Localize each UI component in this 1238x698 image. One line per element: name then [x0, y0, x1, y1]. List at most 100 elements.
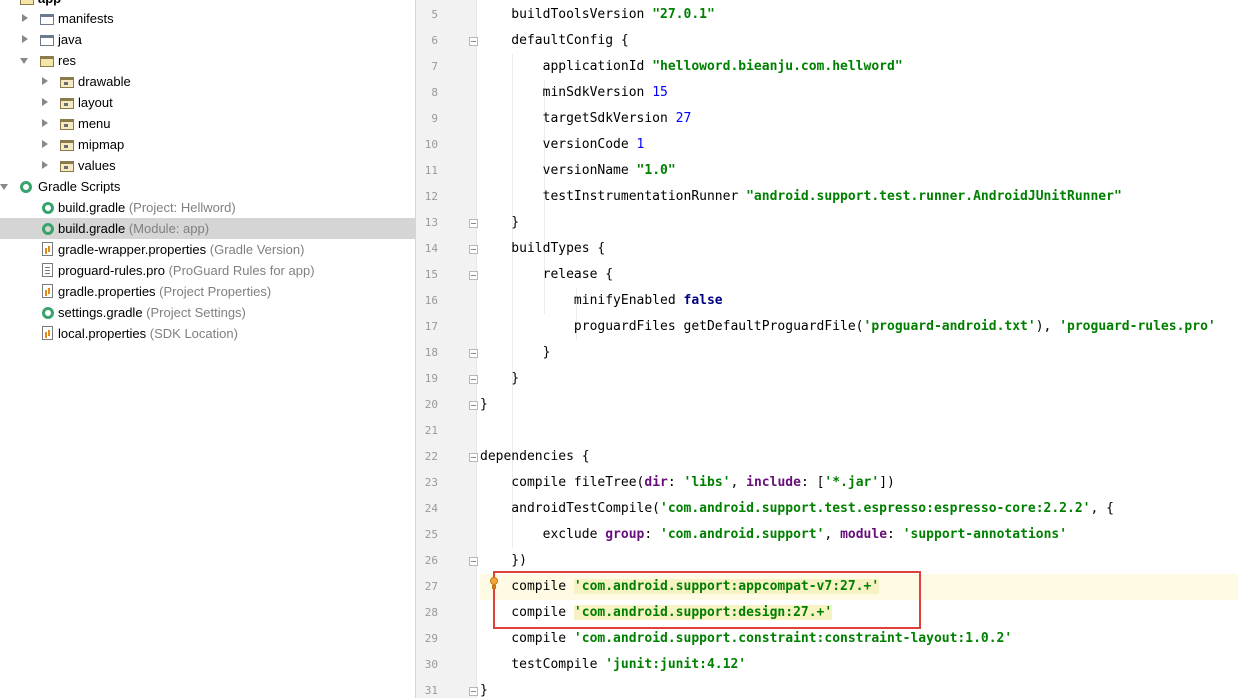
tree-item-settings-gradle[interactable]: settings.gradle (Project Settings)	[0, 302, 415, 323]
line-number: 20	[424, 398, 438, 411]
tree-item-proguard-rules-pro[interactable]: proguard-rules.pro (ProGuard Rules for a…	[0, 260, 415, 281]
fold-marker-icon[interactable]	[469, 219, 478, 228]
code-line[interactable]: exclude group: 'com.android.support', mo…	[480, 522, 1238, 548]
code-line[interactable]: defaultConfig {	[480, 28, 1238, 54]
tree-item-values[interactable]: values	[0, 155, 415, 176]
code-line[interactable]: compile 'com.android.support:appcompat-v…	[480, 574, 1238, 600]
code-token: ,	[730, 475, 747, 490]
expand-arrow-down-icon[interactable]	[20, 50, 30, 71]
code-line[interactable]: minifyEnabled false	[480, 288, 1238, 314]
expand-arrow-right-icon[interactable]	[20, 29, 30, 50]
code-line[interactable]: }	[480, 340, 1238, 366]
code-token: 15	[652, 85, 668, 100]
expand-arrow-right-icon[interactable]	[40, 113, 50, 134]
tree-item-build-gradle[interactable]: build.gradle (Project: Hellword)	[0, 197, 415, 218]
tree-item-res[interactable]: res	[0, 50, 415, 71]
tree-item-label: gradle.properties (Project Properties)	[58, 284, 272, 299]
code-line[interactable]: versionName "1.0"	[480, 158, 1238, 184]
line-number: 8	[431, 86, 438, 99]
expand-arrow-right-icon[interactable]	[40, 134, 50, 155]
fold-marker-icon[interactable]	[469, 271, 478, 280]
tree-item-label: res	[58, 53, 77, 68]
code-token: include	[746, 475, 801, 490]
tree-item-hint: (Module: app)	[125, 221, 210, 236]
tree-item-label: values	[78, 158, 116, 173]
tree-item-menu[interactable]: menu	[0, 113, 415, 134]
code-line[interactable]: compile 'com.android.support:design:27.+…	[480, 600, 1238, 626]
code-token: 'com.android.support.test.espresso:espre…	[660, 501, 1091, 516]
code-line[interactable]: androidTestCompile('com.android.support.…	[480, 496, 1238, 522]
tree-item-gradle-scripts[interactable]: Gradle Scripts	[0, 176, 415, 197]
code-line[interactable]: })	[480, 548, 1238, 574]
code-line[interactable]: }	[480, 210, 1238, 236]
code-token: exclude	[480, 527, 606, 542]
tree-item-label: layout	[78, 95, 113, 110]
line-number: 6	[431, 34, 438, 47]
code-line[interactable]: }	[480, 678, 1238, 698]
tree-item-java[interactable]: java	[0, 29, 415, 50]
line-number: 24	[424, 502, 438, 515]
fold-marker-icon[interactable]	[469, 349, 478, 358]
code-line[interactable]: minSdkVersion 15	[480, 80, 1238, 106]
code-line[interactable]: }	[480, 366, 1238, 392]
tree-item-local-properties[interactable]: local.properties (SDK Location)	[0, 323, 415, 344]
code-line[interactable]: buildToolsVersion "27.0.1"	[480, 2, 1238, 28]
code-token: 'com.android.support'	[660, 527, 825, 542]
tree-item-hint: (Project Settings)	[142, 305, 246, 320]
code-line[interactable]: }	[480, 392, 1238, 418]
line-number: 14	[424, 242, 438, 255]
code-token: module	[840, 527, 888, 542]
code-line[interactable]: dependencies {	[480, 444, 1238, 470]
tree-item-layout[interactable]: layout	[0, 92, 415, 113]
code-line[interactable]: release {	[480, 262, 1238, 288]
code-token: ),	[1035, 319, 1060, 334]
tree-item-gradle-properties[interactable]: gradle.properties (Project Properties)	[0, 281, 415, 302]
project-tree: app manifestsjavaresdrawablelayoutmenumi…	[0, 0, 416, 698]
tree-item-gradle-wrapper-properties[interactable]: gradle-wrapper.properties (Gradle Versio…	[0, 239, 415, 260]
tree-item-drawable[interactable]: drawable	[0, 71, 415, 92]
code-line[interactable]: compile 'com.android.support.constraint:…	[480, 626, 1238, 652]
tree-item-manifests[interactable]: manifests	[0, 8, 415, 29]
code-line[interactable]: applicationId "helloword.bieanju.com.hel…	[480, 54, 1238, 80]
line-number: 17	[424, 320, 438, 333]
code-line[interactable]: testCompile 'junit:junit:4.12'	[480, 652, 1238, 678]
fold-marker-icon[interactable]	[469, 687, 478, 696]
code-line[interactable]: proguardFiles getDefaultProguardFile('pr…	[480, 314, 1238, 340]
expand-arrow-down-icon[interactable]	[0, 176, 10, 197]
code-token: proguardFiles getDefaultProguardFile(	[480, 319, 864, 334]
tree-item-mipmap[interactable]: mipmap	[0, 134, 415, 155]
expand-arrow-right-icon[interactable]	[40, 92, 50, 113]
line-number: 21	[424, 424, 438, 437]
code-token: group	[605, 527, 645, 542]
code-token: '*.jar'	[824, 475, 880, 490]
fold-marker-icon[interactable]	[469, 557, 478, 566]
fold-marker-icon[interactable]	[469, 453, 478, 462]
code-editor[interactable]: 5 6 7 8 9 10 11 12 13 14 15 16 17 18 19 20 21 22 23 24 25 26 2…	[416, 0, 1238, 698]
code-line[interactable]: targetSdkVersion 27	[480, 106, 1238, 132]
tree-item-label: manifests	[58, 11, 114, 26]
code-token: compile fileTree(	[480, 475, 645, 490]
code-token: 27	[675, 111, 692, 126]
resource-folder-icon	[60, 140, 74, 151]
code-line[interactable]: buildTypes {	[480, 236, 1238, 262]
code-line[interactable]: compile fileTree(dir: 'libs', include: […	[480, 470, 1238, 496]
code-line[interactable]	[480, 418, 1238, 444]
expand-arrow-right-icon[interactable]	[40, 155, 50, 176]
expand-arrow-right-icon[interactable]	[20, 8, 30, 29]
line-number: 15	[424, 268, 438, 281]
code-token: ,	[824, 527, 841, 542]
code-token: buildToolsVersion	[480, 7, 653, 22]
fold-marker-icon[interactable]	[469, 245, 478, 254]
code-line[interactable]: versionCode 1	[480, 132, 1238, 158]
fold-marker-icon[interactable]	[469, 375, 478, 384]
expand-arrow-right-icon[interactable]	[40, 71, 50, 92]
code-line[interactable]: testInstrumentationRunner "android.suppo…	[480, 184, 1238, 210]
lightbulb-icon[interactable]	[489, 577, 499, 591]
code-token: minSdkVersion	[480, 85, 653, 100]
res-folder-icon	[40, 56, 54, 67]
fold-marker-icon[interactable]	[469, 401, 478, 410]
line-number: 13	[424, 216, 438, 229]
line-number: 29	[424, 632, 438, 645]
tree-item-build-gradle[interactable]: build.gradle (Module: app)	[0, 218, 415, 239]
fold-marker-icon[interactable]	[469, 37, 478, 46]
